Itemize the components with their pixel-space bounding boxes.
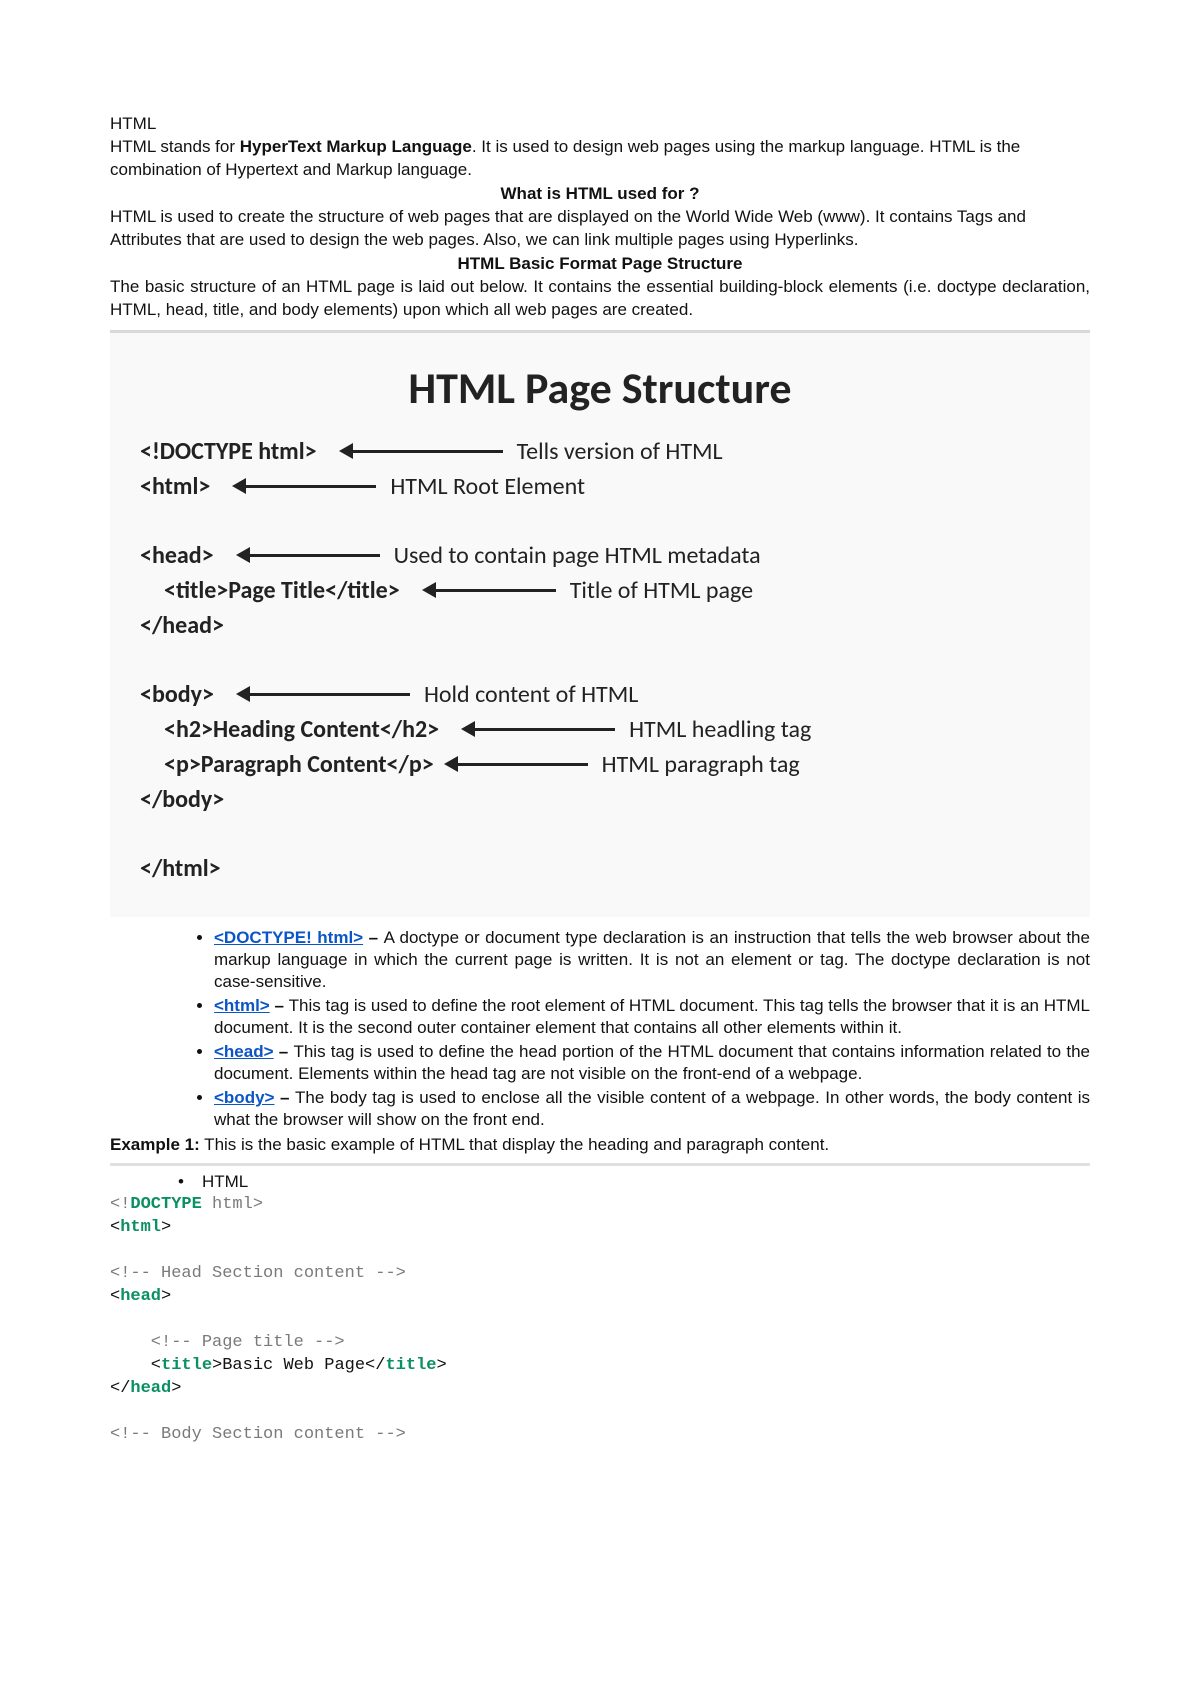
arrow-icon	[339, 443, 503, 459]
tag-description-list: <DOCTYPE! html> – A doctype or document …	[110, 927, 1090, 1132]
diagram-row-html: <html> HTML Root Element	[140, 472, 1060, 501]
desc-title: Title of HTML page	[570, 576, 753, 605]
diagram-row-p: <p>Paragraph Content</p> HTML paragraph …	[140, 750, 1060, 779]
arrow-icon	[232, 478, 376, 494]
example-label: Example 1: This is the basic example of …	[110, 1135, 1090, 1155]
tag-body-close: </body>	[140, 785, 224, 814]
diagram-html-structure: HTML Page Structure <!DOCTYPE html> Tell…	[110, 330, 1090, 917]
list-item: <head> – This tag is used to define the …	[214, 1041, 1090, 1085]
diagram-row-head-close: </head>	[140, 611, 1060, 640]
list-item: <body> – The body tag is used to enclose…	[214, 1087, 1090, 1131]
dash: –	[274, 996, 288, 1015]
desc-h2: HTML headling tag	[629, 715, 811, 744]
intro-bold: HyperText Markup Language	[240, 137, 472, 156]
example-label-bold: Example 1:	[110, 1135, 200, 1154]
example-label-text: This is the basic example of HTML that d…	[200, 1135, 829, 1154]
tag-head: <head>	[140, 541, 214, 570]
diagram-row-h2: <h2>Heading Content</h2> HTML headling t…	[140, 715, 1060, 744]
diagram-row-doctype: <!DOCTYPE html> Tells version of HTML	[140, 437, 1060, 466]
desc-body: Hold content of HTML	[424, 680, 638, 709]
bullet-text: The body tag is used to enclose all the …	[214, 1088, 1090, 1129]
bullet-text: This tag is used to define the root elem…	[214, 996, 1090, 1037]
tag-head-close: </head>	[140, 611, 224, 640]
intro-paragraph: HTML stands for HyperText Markup Languag…	[110, 136, 1090, 182]
code-language-label: •HTML	[110, 1172, 1090, 1192]
link-doctype[interactable]: <DOCTYPE! html>	[214, 928, 363, 947]
document-page: HTML HTML stands for HyperText Markup La…	[0, 0, 1200, 1698]
tag-body: <body>	[140, 680, 214, 709]
arrow-icon	[461, 721, 615, 737]
tag-h2: <h2>Heading Content</h2>	[164, 715, 439, 744]
para-basic-structure: The basic structure of an HTML page is l…	[110, 276, 1090, 322]
desc-html: HTML Root Element	[390, 472, 585, 501]
link-body[interactable]: <body>	[214, 1088, 274, 1107]
tag-doctype: <!DOCTYPE html>	[140, 437, 317, 466]
desc-p: HTML paragraph tag	[602, 750, 800, 779]
diagram-row-title: <title>Page Title</title> Title of HTML …	[140, 576, 1060, 605]
diagram-title: HTML Page Structure	[140, 361, 1060, 415]
bullet-text: This tag is used to define the head port…	[214, 1042, 1090, 1083]
tag-html: <html>	[140, 472, 210, 501]
arrow-icon	[236, 686, 410, 702]
desc-doctype: Tells version of HTML	[517, 437, 723, 466]
tag-p: <p>Paragraph Content</p>	[164, 750, 434, 779]
para-used-for: HTML is used to create the structure of …	[110, 206, 1090, 252]
link-head[interactable]: <head>	[214, 1042, 274, 1061]
arrow-icon	[236, 547, 380, 563]
tag-html-close: </html>	[140, 854, 221, 883]
dash: –	[280, 1088, 295, 1107]
heading-basic-structure: HTML Basic Format Page Structure	[110, 254, 1090, 274]
tag-title: <title>Page Title</title>	[164, 576, 400, 605]
desc-head: Used to contain page HTML metadata	[394, 541, 761, 570]
intro-prefix: HTML stands for	[110, 137, 240, 156]
code-example: •HTML <!DOCTYPE html> <html> <!-- Head S…	[110, 1163, 1090, 1446]
dash: –	[369, 928, 384, 947]
code-content: <!DOCTYPE html> <html> <!-- Head Section…	[110, 1194, 1090, 1446]
list-item: <DOCTYPE! html> – A doctype or document …	[214, 927, 1090, 993]
diagram-row-head: <head> Used to contain page HTML metadat…	[140, 541, 1060, 570]
diagram-row-body-close: </body>	[140, 785, 1060, 814]
title-html: HTML	[110, 114, 1090, 134]
arrow-icon	[422, 582, 556, 598]
list-item: <html> – This tag is used to define the …	[214, 995, 1090, 1039]
link-html[interactable]: <html>	[214, 996, 270, 1015]
dash: –	[279, 1042, 294, 1061]
arrow-icon	[444, 756, 588, 772]
diagram-row-body: <body> Hold content of HTML	[140, 680, 1060, 709]
heading-used-for: What is HTML used for ?	[110, 184, 1090, 204]
diagram-row-html-close: </html>	[140, 854, 1060, 883]
